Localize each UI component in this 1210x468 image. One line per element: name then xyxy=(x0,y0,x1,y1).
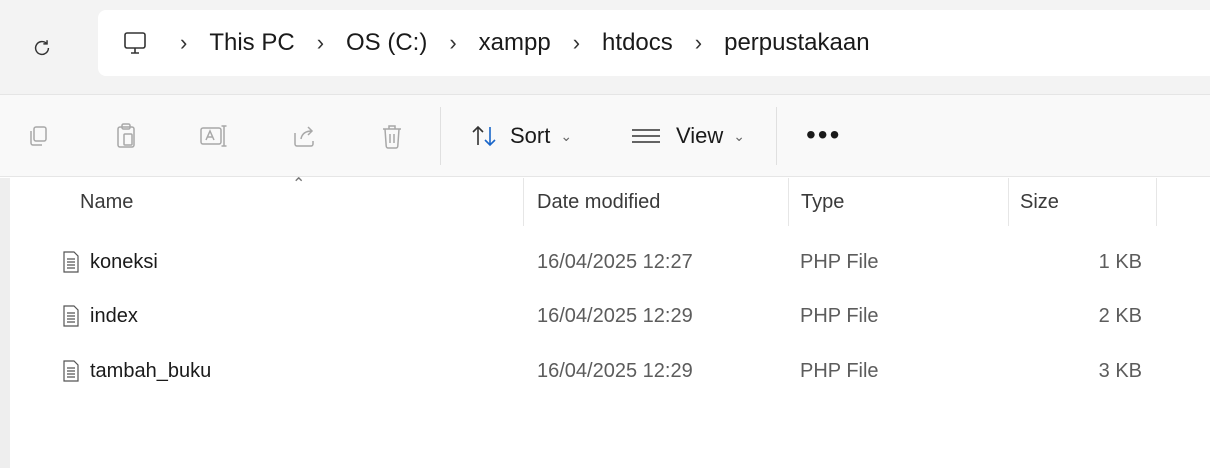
file-row[interactable]: index 16/04/2025 12:29 PHP File 2 KB xyxy=(10,289,1210,343)
file-date: 16/04/2025 12:29 xyxy=(537,304,693,327)
refresh-icon[interactable] xyxy=(22,30,62,66)
chevron-right-icon: › xyxy=(572,30,581,55)
breadcrumb-label[interactable]: htdocs xyxy=(602,29,673,57)
file-name-cell[interactable]: tambah_buku xyxy=(62,344,211,398)
more-options-icon[interactable]: ••• xyxy=(806,121,841,149)
file-size: 2 KB xyxy=(1098,304,1142,327)
breadcrumb-label[interactable]: OS (C:) xyxy=(346,29,427,57)
file-size: 3 KB xyxy=(1098,359,1142,382)
sort-label: Sort xyxy=(510,123,551,148)
sort-ascending-icon: ⌃ xyxy=(292,176,306,193)
toolbar-separator xyxy=(776,107,777,165)
column-header-name[interactable]: Name xyxy=(80,178,133,226)
file-size: 1 KB xyxy=(1098,250,1142,273)
breadcrumb[interactable]: › This PC › OS (C:) › xampp › htdocs › p… xyxy=(98,10,1210,76)
navigation-pane-edge xyxy=(0,178,10,468)
file-row[interactable]: tambah_buku 16/04/2025 12:29 PHP File 3 … xyxy=(10,344,1210,398)
breadcrumb-label[interactable]: perpustakaan xyxy=(724,29,869,57)
toolbar-separator xyxy=(440,107,441,165)
file-icon xyxy=(63,251,79,273)
file-type: PHP File xyxy=(800,304,879,327)
share-icon[interactable] xyxy=(286,119,322,153)
breadcrumb-xampp[interactable]: › xampp xyxy=(449,29,572,57)
file-name-cell[interactable]: index xyxy=(62,289,138,343)
column-header-type[interactable]: Type xyxy=(801,178,844,226)
breadcrumb-perpustakaan[interactable]: › perpustakaan xyxy=(695,29,892,57)
file-name[interactable]: index xyxy=(90,305,138,328)
file-date: 16/04/2025 12:29 xyxy=(537,359,693,382)
delete-icon[interactable] xyxy=(374,119,410,153)
chevron-down-icon: ⌄ xyxy=(560,127,573,144)
view-label: View xyxy=(676,123,724,148)
file-date: 16/04/2025 12:27 xyxy=(537,250,693,273)
file-icon xyxy=(63,360,79,382)
paste-icon[interactable] xyxy=(108,119,144,153)
chevron-right-icon: › xyxy=(694,30,703,55)
breadcrumb-os-c[interactable]: › OS (C:) xyxy=(317,29,450,57)
breadcrumb-label[interactable]: This PC xyxy=(209,29,294,57)
breadcrumb-this-pc[interactable]: › This PC xyxy=(180,29,317,57)
view-list-icon xyxy=(632,129,660,143)
column-divider[interactable] xyxy=(788,178,789,226)
column-header-size[interactable]: Size xyxy=(1020,178,1059,226)
file-icon xyxy=(63,305,79,327)
rename-icon[interactable] xyxy=(195,119,231,153)
column-divider[interactable] xyxy=(523,178,524,226)
file-name[interactable]: tambah_buku xyxy=(90,360,211,383)
address-bar-area: › This PC › OS (C:) › xampp › htdocs › p… xyxy=(0,0,1210,94)
monitor-icon[interactable] xyxy=(120,28,150,58)
file-name-cell[interactable]: koneksi xyxy=(62,235,158,289)
command-bar: Sort ⌄ View ⌄ ••• xyxy=(0,95,1210,177)
chevron-down-icon: ⌄ xyxy=(733,127,746,144)
file-type: PHP File xyxy=(800,250,879,273)
sort-icon xyxy=(472,125,496,147)
view-button[interactable]: View ⌄ xyxy=(630,117,745,155)
column-headers: Name ⌃ Date modified Type Size xyxy=(10,176,1210,228)
chevron-right-icon: › xyxy=(449,30,457,55)
sort-button[interactable]: Sort ⌄ xyxy=(470,117,572,155)
copy-icon[interactable] xyxy=(20,119,56,153)
column-divider[interactable] xyxy=(1008,178,1009,226)
column-divider[interactable] xyxy=(1156,178,1157,226)
chevron-right-icon: › xyxy=(316,30,325,55)
file-type: PHP File xyxy=(800,359,879,382)
file-name[interactable]: koneksi xyxy=(90,251,158,274)
column-header-date-modified[interactable]: Date modified xyxy=(537,178,660,226)
chevron-right-icon: › xyxy=(180,30,188,55)
file-row[interactable]: koneksi 16/04/2025 12:27 PHP File 1 KB xyxy=(10,235,1210,289)
breadcrumb-label[interactable]: xampp xyxy=(479,29,551,57)
breadcrumb-htdocs[interactable]: › htdocs xyxy=(573,29,695,57)
